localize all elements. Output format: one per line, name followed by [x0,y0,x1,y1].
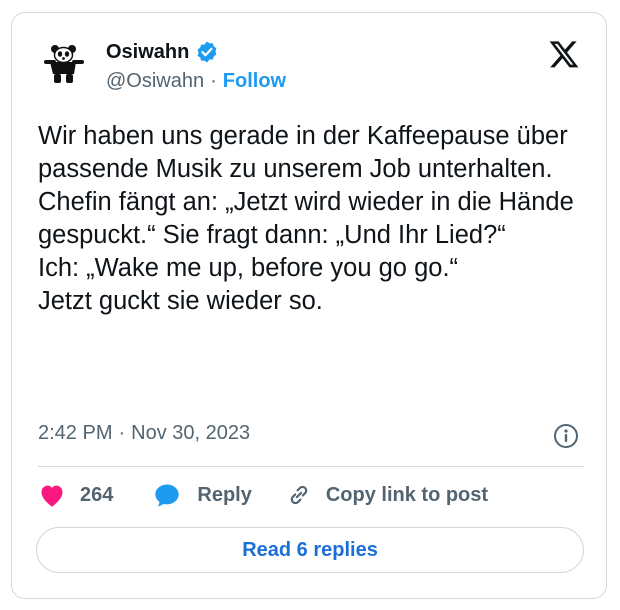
author-display-name[interactable]: Osiwahn [106,41,189,64]
divider [38,466,584,467]
handle-separator: · [210,70,217,92]
author-name-row: Osiwahn [106,40,219,64]
avatar[interactable] [40,38,88,86]
tweet-timestamp[interactable]: 2:42 PM · Nov 30, 2023 [38,422,250,445]
copy-link-button[interactable]: Copy link to post [286,482,488,508]
copy-link-label: Copy link to post [325,483,489,506]
like-count: 264 [80,483,114,506]
link-icon [290,485,308,505]
tweet-date: Nov 30, 2023 [131,422,251,444]
reply-label: Reply [197,483,252,506]
x-logo-icon[interactable] [547,38,581,70]
tweet-text: Wir haben uns gerade in der Kaffeepause … [38,122,574,315]
reply-button[interactable]: Reply [153,482,252,508]
heart-icon [41,485,63,507]
action-bar: 264 Reply Copy link to post [38,480,488,510]
panda-avatar-icon [40,38,88,86]
timestamp-separator: · [118,422,126,444]
read-replies-button[interactable]: Read 6 replies [36,527,584,573]
follow-button[interactable]: Follow [223,70,286,93]
author-handle[interactable]: @Osiwahn [106,70,204,93]
like-button[interactable]: 264 [38,482,113,508]
info-icon[interactable] [553,423,579,449]
verified-badge-icon [197,41,217,63]
tweet-time: 2:42 PM [38,422,113,444]
speech-bubble-icon [155,484,180,507]
author-handle-row: @Osiwahn · Follow [106,70,286,93]
